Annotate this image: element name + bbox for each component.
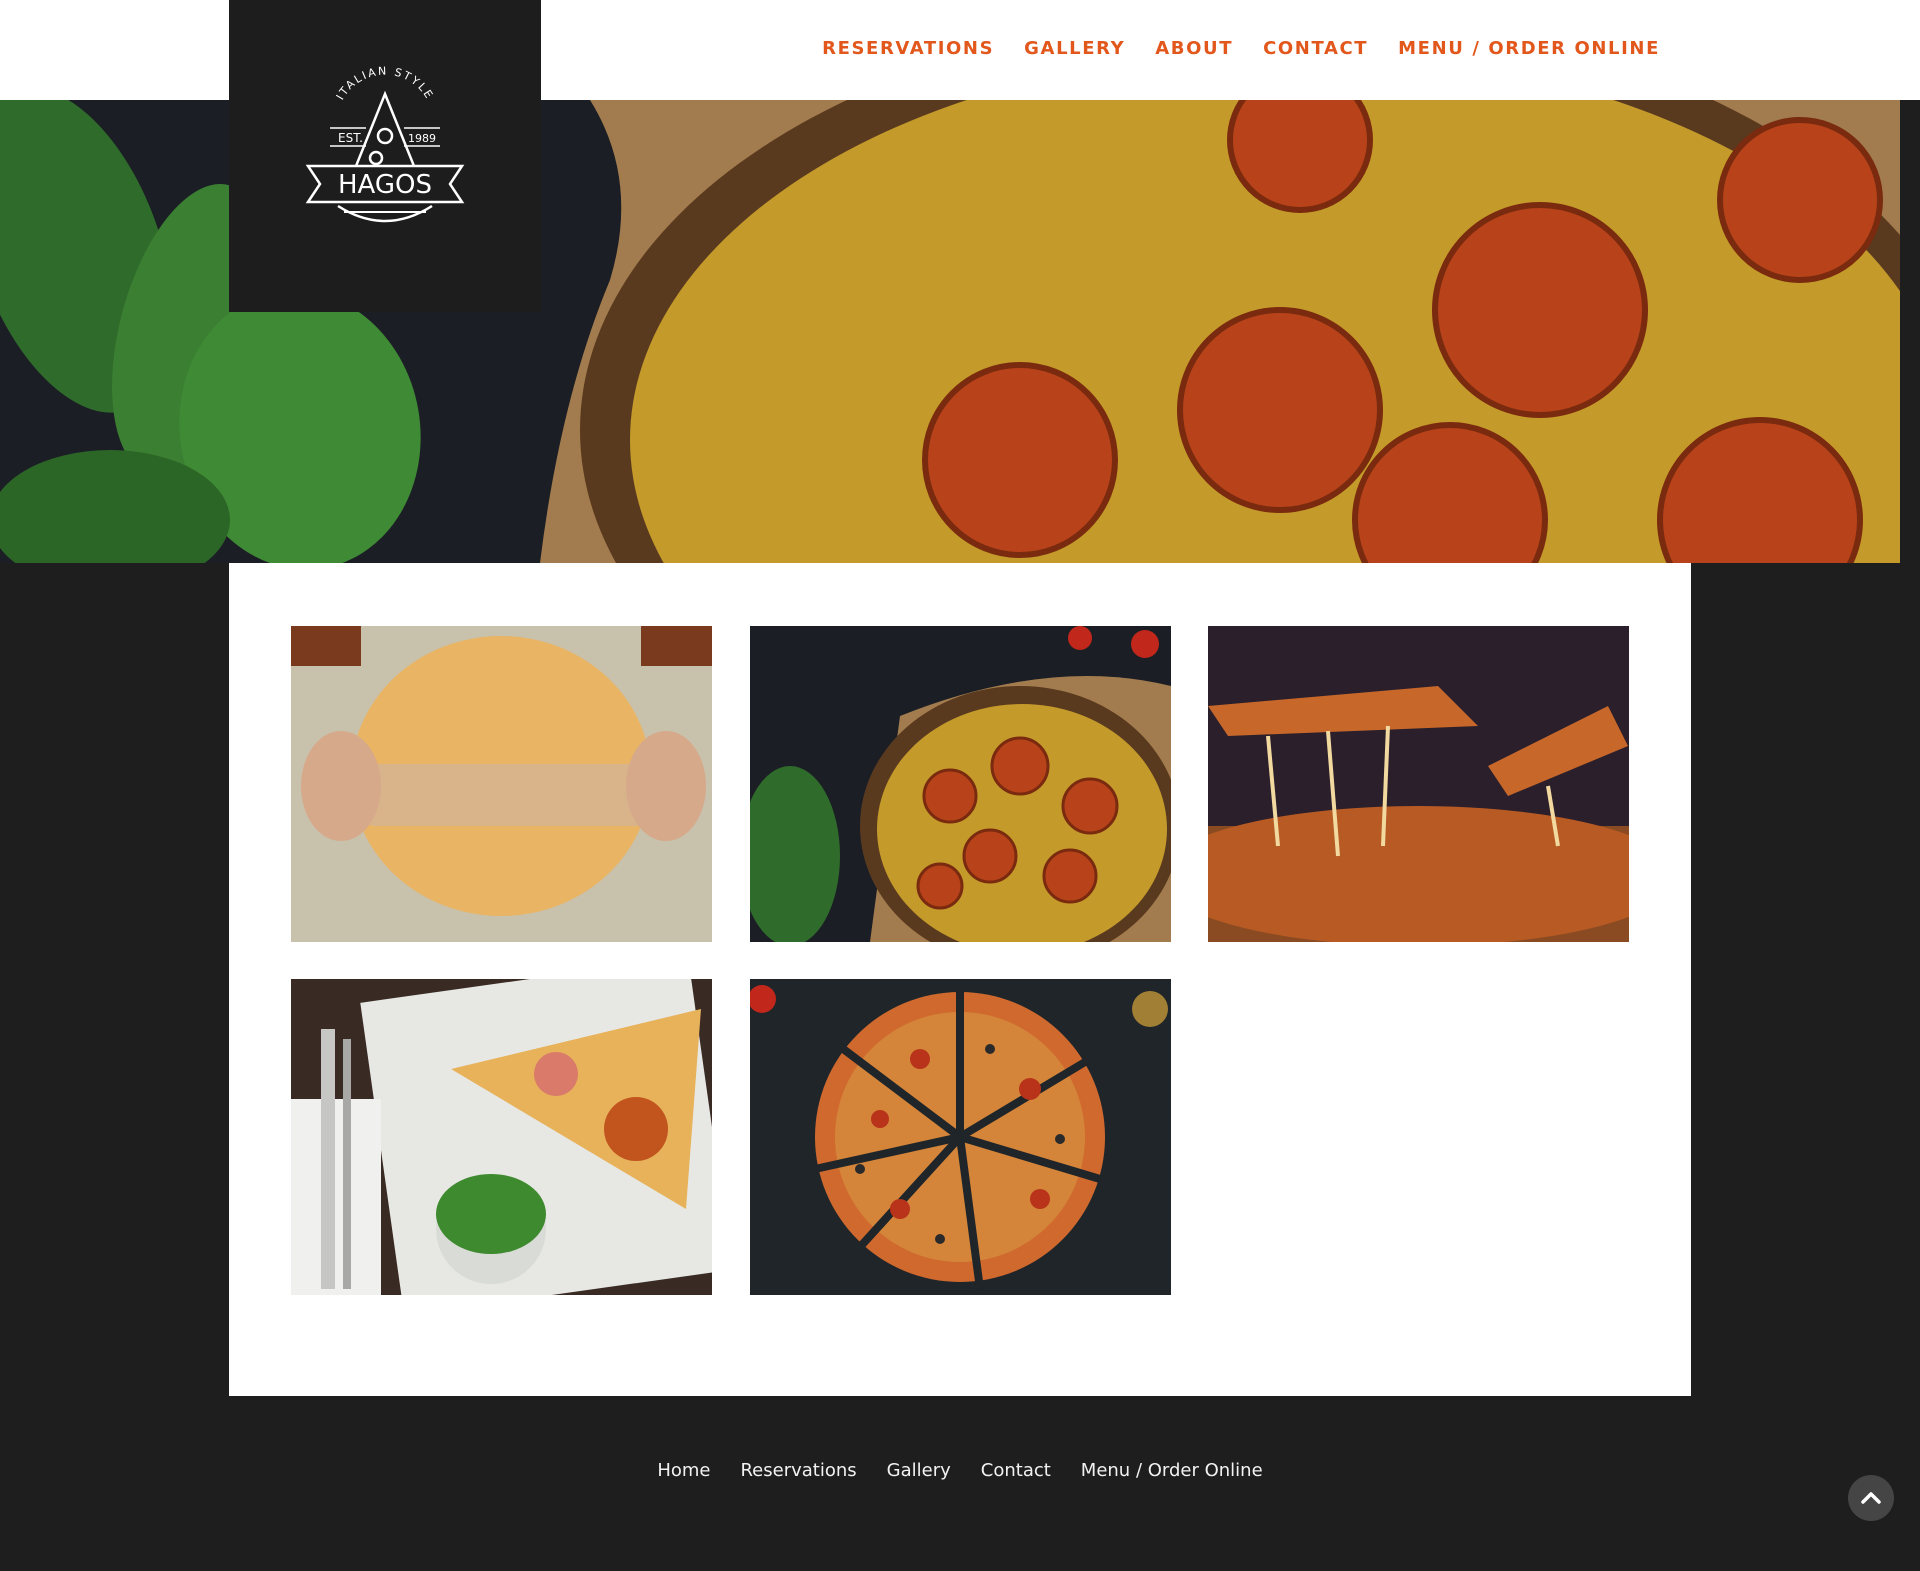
gallery-item-5[interactable]: [750, 979, 1171, 1295]
footer-nav-gallery[interactable]: Gallery: [887, 1460, 951, 1481]
footer-nav: Home Reservations Gallery Contact Menu /…: [0, 1460, 1920, 1481]
cheese-pull-image: [1208, 626, 1629, 942]
logo-year: 1989: [408, 132, 436, 145]
footer-nav-home[interactable]: Home: [657, 1460, 710, 1481]
dough-rolling-image: [291, 626, 712, 942]
pizza-slice-plate-image: [291, 979, 712, 1295]
gallery-panel: [229, 563, 1691, 1396]
nav-contact[interactable]: CONTACT: [1263, 38, 1368, 59]
gallery-item-1[interactable]: [291, 626, 712, 942]
footer-nav-reservations[interactable]: Reservations: [740, 1460, 856, 1481]
chevron-up-icon: [1861, 1492, 1881, 1504]
gallery-item-3[interactable]: [1208, 626, 1629, 942]
tomato-pie-image: [750, 626, 1171, 942]
back-to-top-button[interactable]: [1848, 1475, 1894, 1521]
logo-est: EST.: [338, 131, 363, 145]
footer-nav-menu-order-online[interactable]: Menu / Order Online: [1081, 1460, 1263, 1481]
nav-gallery[interactable]: GALLERY: [1024, 38, 1125, 59]
logo-emblem: ITALIAN STYLE EST. 1989 HAGOS: [305, 66, 465, 223]
sliced-pizza-image: [750, 979, 1171, 1295]
main-nav: RESERVATIONS GALLERY ABOUT CONTACT MENU …: [822, 38, 1660, 59]
nav-menu-order-online[interactable]: MENU / ORDER ONLINE: [1398, 38, 1660, 59]
site-logo[interactable]: ITALIAN STYLE EST. 1989 HAGOS: [229, 0, 541, 312]
nav-about[interactable]: ABOUT: [1155, 38, 1233, 59]
gallery-item-2[interactable]: [750, 626, 1171, 942]
gallery-item-4[interactable]: [291, 979, 712, 1295]
footer-nav-contact[interactable]: Contact: [981, 1460, 1051, 1481]
nav-reservations[interactable]: RESERVATIONS: [822, 38, 994, 59]
logo-name: HAGOS: [338, 170, 432, 200]
